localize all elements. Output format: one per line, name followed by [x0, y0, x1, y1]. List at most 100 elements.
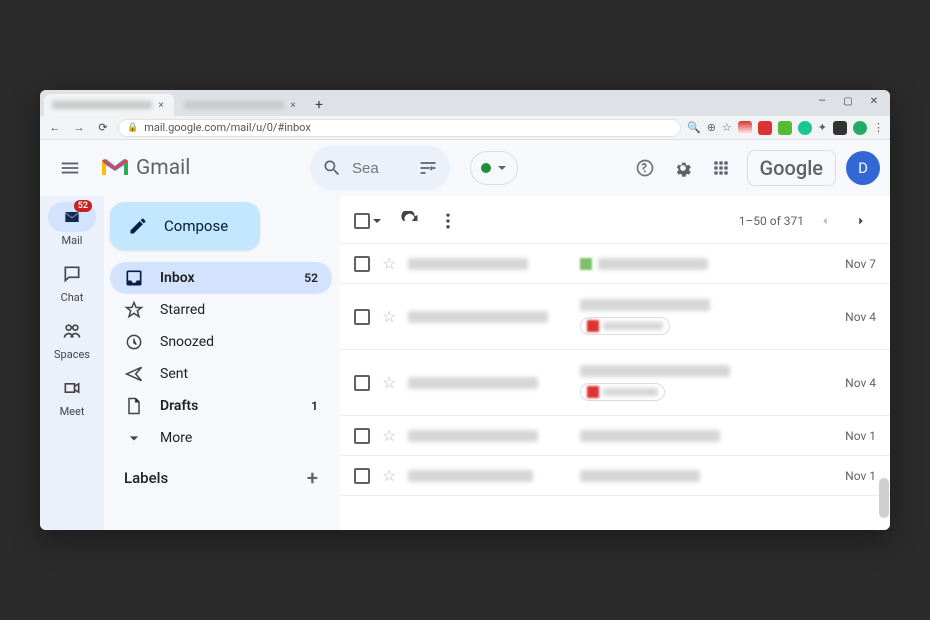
- folder-count: 52: [304, 271, 318, 285]
- checkbox-icon: [354, 213, 370, 229]
- zoom-icon[interactable]: ⊕: [707, 121, 716, 134]
- row-checkbox[interactable]: [354, 309, 370, 325]
- menu-toggle[interactable]: [50, 157, 90, 179]
- gmail-header: Gmail Google D: [40, 140, 890, 196]
- extension-icon[interactable]: [798, 121, 812, 135]
- gmail-brand[interactable]: Gmail: [100, 156, 300, 180]
- help-button[interactable]: [627, 150, 663, 186]
- message-row[interactable]: ☆ Nov 1: [340, 416, 890, 456]
- row-checkbox[interactable]: [354, 256, 370, 272]
- star-toggle[interactable]: ☆: [382, 466, 396, 485]
- prev-page-button[interactable]: [810, 206, 840, 236]
- hamburger-icon: [59, 157, 81, 179]
- active-status-icon: [481, 163, 491, 173]
- message-row[interactable]: ☆ Nov 4: [340, 350, 890, 416]
- lock-icon: 🔒: [127, 123, 138, 133]
- folder-label: Sent: [160, 366, 188, 382]
- labels-header: Labels +: [110, 454, 332, 494]
- labels-title: Labels: [124, 469, 168, 487]
- mail-badge: 52: [74, 200, 92, 212]
- row-checkbox[interactable]: [354, 468, 370, 484]
- pencil-icon: [128, 216, 148, 236]
- overflow-icon[interactable]: ⋮: [873, 121, 884, 134]
- send-icon: [124, 364, 144, 384]
- rail-label: Mail: [62, 234, 83, 247]
- forward-button[interactable]: →: [70, 121, 88, 134]
- status-chip[interactable]: [470, 151, 518, 185]
- profile-icon[interactable]: [853, 121, 867, 135]
- tune-icon[interactable]: [418, 158, 438, 178]
- back-button[interactable]: ←: [46, 121, 64, 134]
- bookmark-icon[interactable]: ☆: [722, 121, 732, 134]
- attachment-chip[interactable]: [580, 383, 665, 401]
- gmail-logo-icon: [100, 157, 130, 179]
- star-toggle[interactable]: ☆: [382, 307, 396, 326]
- close-window-button[interactable]: ✕: [862, 92, 886, 110]
- search-icon[interactable]: 🔍: [687, 121, 701, 134]
- attachment-thumb-icon: [587, 386, 599, 398]
- url-field[interactable]: 🔒 mail.google.com/mail/u/0/#inbox: [118, 119, 681, 137]
- url-text: mail.google.com/mail/u/0/#inbox: [144, 121, 311, 134]
- chevron-down-icon: [372, 216, 382, 226]
- clock-icon: [124, 332, 144, 352]
- row-checkbox[interactable]: [354, 428, 370, 444]
- message-row[interactable]: ☆ Nov 4: [340, 284, 890, 350]
- refresh-icon[interactable]: [400, 211, 420, 231]
- add-label-button[interactable]: +: [307, 466, 318, 490]
- rail-item-mail[interactable]: 52 Mail: [48, 198, 96, 251]
- close-icon[interactable]: ×: [288, 100, 298, 111]
- message-list-pane: 1–50 of 371 ☆: [340, 198, 890, 530]
- list-toolbar: 1–50 of 371: [340, 198, 890, 244]
- tab-strip: × × + — ▢ ✕: [40, 90, 890, 116]
- settings-button[interactable]: [665, 150, 701, 186]
- reload-button[interactable]: ⟳: [94, 121, 112, 134]
- rail-label: Spaces: [54, 348, 90, 361]
- star-toggle[interactable]: ☆: [382, 373, 396, 392]
- rail-item-chat[interactable]: Chat: [48, 255, 96, 308]
- avatar-letter: D: [858, 159, 868, 177]
- scrollbar-thumb[interactable]: [879, 478, 889, 518]
- close-icon[interactable]: ×: [156, 100, 166, 111]
- google-chip[interactable]: Google: [747, 150, 836, 186]
- extension-icon[interactable]: [758, 121, 772, 135]
- attachment-thumb-icon: [587, 320, 599, 332]
- chevron-left-icon: [818, 214, 832, 228]
- message-row[interactable]: ☆ Nov 1: [340, 456, 890, 496]
- folder-sent[interactable]: Sent: [110, 358, 332, 390]
- next-page-button[interactable]: [846, 206, 876, 236]
- avatar[interactable]: D: [846, 151, 880, 185]
- apps-button[interactable]: [703, 150, 739, 186]
- search-bar[interactable]: [310, 146, 450, 190]
- select-all[interactable]: [354, 213, 382, 229]
- star-toggle[interactable]: ☆: [382, 254, 396, 273]
- row-checkbox[interactable]: [354, 375, 370, 391]
- extension-icon[interactable]: [778, 121, 792, 135]
- star-toggle[interactable]: ☆: [382, 426, 396, 445]
- folder-inbox[interactable]: Inbox 52: [110, 262, 332, 294]
- extension-icon[interactable]: [738, 121, 752, 135]
- search-input[interactable]: [352, 160, 392, 177]
- more-icon[interactable]: [438, 211, 458, 231]
- new-tab-button[interactable]: +: [308, 94, 330, 116]
- folder-more[interactable]: More: [110, 422, 332, 454]
- row-date: Nov 1: [826, 469, 876, 483]
- message-row[interactable]: ☆ Nov 7: [340, 244, 890, 284]
- compose-button[interactable]: Compose: [110, 202, 260, 250]
- folder-label: Snoozed: [160, 334, 214, 350]
- folder-drafts[interactable]: Drafts 1: [110, 390, 332, 422]
- star-icon: [124, 300, 144, 320]
- meet-icon: [62, 378, 82, 398]
- puzzle-icon[interactable]: ✦: [818, 121, 827, 134]
- folder-starred[interactable]: Starred: [110, 294, 332, 326]
- attachment-chip[interactable]: [580, 317, 670, 335]
- maximize-button[interactable]: ▢: [836, 92, 860, 110]
- extension-icon[interactable]: [833, 121, 847, 135]
- minimize-button[interactable]: —: [810, 92, 834, 110]
- rail-item-spaces[interactable]: Spaces: [48, 312, 96, 365]
- folder-snoozed[interactable]: Snoozed: [110, 326, 332, 358]
- row-date: Nov 4: [826, 310, 876, 324]
- browser-tab-inactive[interactable]: ×: [176, 94, 306, 116]
- message-list: ☆ Nov 7 ☆: [340, 244, 890, 530]
- rail-item-meet[interactable]: Meet: [48, 369, 96, 422]
- browser-tab-active[interactable]: ×: [44, 94, 174, 116]
